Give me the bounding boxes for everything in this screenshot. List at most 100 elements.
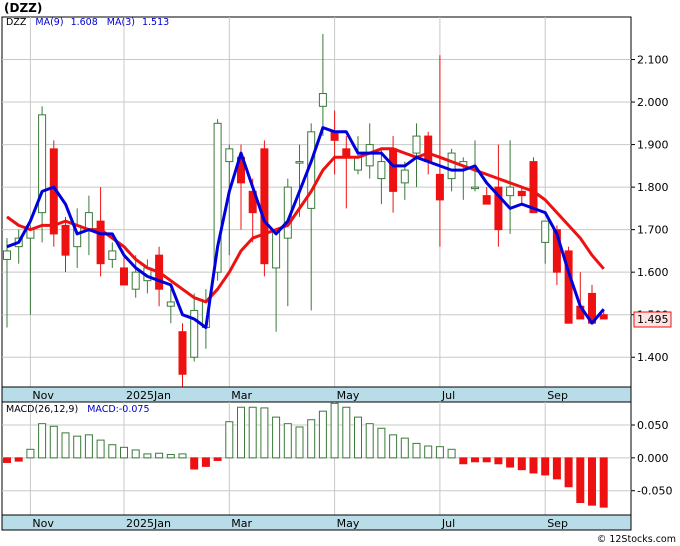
price-x-label-2: Mar: [231, 389, 252, 402]
macd-bar-23: [272, 416, 281, 459]
macd-x-label-1: 2025Jan: [126, 517, 171, 530]
macd-bar-47: [552, 457, 561, 480]
macd-legend-label: MACD(26,12,9): [6, 404, 78, 415]
macd-bar-45: [529, 457, 538, 474]
candle-body-43: [506, 186, 515, 197]
macd-y-label-0: 0.050: [637, 419, 669, 432]
candle-body-5: [61, 224, 70, 256]
macd-bar-15: [178, 453, 187, 459]
candle-body-11: [131, 271, 140, 290]
price-x-label-1: 2025Jan: [126, 389, 171, 402]
macd-x-label-0: Nov: [32, 517, 54, 530]
macd-bar-21: [248, 406, 257, 459]
legend-ma3-value: 1.513: [142, 17, 169, 28]
last-price-label: 1.495: [637, 313, 669, 326]
macd-bar-1: [14, 457, 23, 462]
macd-bar-48: [564, 457, 573, 488]
macd-bar-34: [400, 437, 409, 459]
candle-body-0: [3, 250, 11, 260]
price-x-label-3: May: [337, 389, 360, 402]
macd-x-label-2: Mar: [231, 517, 252, 530]
macd-date-band: [1, 514, 632, 531]
macd-bar-7: [84, 434, 93, 459]
candle-body-46: [541, 220, 550, 243]
candle-body-44: [517, 190, 526, 197]
candle-body-45: [529, 161, 538, 214]
candle-body-22: [260, 148, 269, 265]
price-y-label-2: 1.900: [637, 139, 669, 152]
macd-bar-14: [166, 454, 175, 459]
macd-bar-30: [354, 416, 362, 459]
macd-bar-40: [471, 457, 479, 463]
macd-bar-36: [424, 445, 433, 459]
candle-body-15: [178, 331, 187, 375]
macd-bar-33: [389, 434, 398, 459]
chart-title: (DZZ): [4, 1, 42, 15]
macd-bar-4: [49, 425, 58, 459]
macd-bar-31: [365, 423, 374, 459]
price-y-label-1: 2.000: [637, 96, 669, 109]
macd-bar-6: [73, 435, 82, 459]
macd-bar-26: [307, 419, 316, 459]
macd-bar-27: [318, 410, 327, 459]
candle-body-51: [599, 314, 608, 320]
credit-text: © 12Stocks.com: [597, 534, 676, 545]
legend-ma3-label: MA(3): [107, 17, 135, 28]
candle-body-9: [108, 250, 117, 260]
candle-body-10: [120, 267, 128, 286]
macd-bar-24: [283, 423, 292, 459]
macd-x-label-5: Sep: [547, 517, 568, 530]
macd-bar-50: [588, 457, 596, 506]
candle-body-35: [412, 135, 421, 154]
macd-bar-10: [120, 446, 128, 459]
legend-ma9-value: 1.608: [71, 17, 98, 28]
macd-bar-32: [377, 427, 386, 459]
macd-bar-20: [237, 406, 245, 459]
macd-bar-9: [108, 444, 117, 459]
macd-bar-41: [482, 457, 491, 463]
candle-body-38: [447, 152, 456, 180]
macd-bar-46: [541, 457, 550, 476]
price-date-band: [1, 386, 632, 403]
macd-bar-44: [517, 457, 526, 471]
macd-bar-29: [342, 406, 351, 459]
macd-bar-38: [447, 448, 456, 459]
macd-legend: MACD(26,12,9) MACD:-0.075: [6, 404, 150, 415]
macd-bar-3: [38, 423, 47, 459]
candle-body-7: [84, 212, 93, 231]
macd-bar-35: [412, 442, 421, 459]
macd-y-label-2: -0.050: [637, 485, 672, 498]
macd-bar-25: [295, 426, 304, 459]
macd-bar-11: [131, 449, 140, 459]
candle-body-27: [318, 93, 327, 107]
price-y-label-4: 1.700: [637, 224, 669, 237]
candle-body-33: [389, 148, 398, 192]
macd-bar-0: [3, 457, 11, 463]
macd-bar-42: [494, 457, 503, 465]
macd-bar-22: [260, 407, 269, 459]
macd-y-axis: 0.050 0.000 -0.050: [631, 419, 672, 498]
candle-body-19: [225, 148, 234, 163]
candle-body-41: [482, 195, 491, 205]
candle-body-30: [354, 156, 362, 171]
macd-bar-49: [576, 457, 585, 504]
macd-bar-2: [26, 448, 35, 459]
candle-body-8: [96, 220, 105, 265]
macd-bar-18: [213, 457, 222, 461]
macd-bar-51: [599, 457, 608, 508]
macd-bar-19: [225, 421, 234, 459]
price-y-label-0: 2.100: [637, 54, 669, 67]
price-y-label-3: 1.800: [637, 181, 669, 194]
macd-bar-16: [190, 457, 199, 470]
chart-svg: Nov 2025Jan Mar May Jul Sep 2.100 2.000 1.900 1.…: [0, 0, 680, 546]
macd-x-label-3: May: [337, 517, 360, 530]
candle-body-14: [166, 301, 175, 307]
macd-x-label-4: Jul: [441, 517, 455, 530]
macd-bar-8: [96, 439, 105, 459]
macd-bar-13: [155, 452, 164, 459]
price-x-label-5: Sep: [547, 389, 568, 402]
macd-bar-12: [143, 453, 152, 459]
price-x-label-4: Jul: [441, 389, 455, 402]
macd-legend-value: MACD:-0.075: [87, 404, 149, 415]
candle-body-25: [295, 161, 304, 164]
